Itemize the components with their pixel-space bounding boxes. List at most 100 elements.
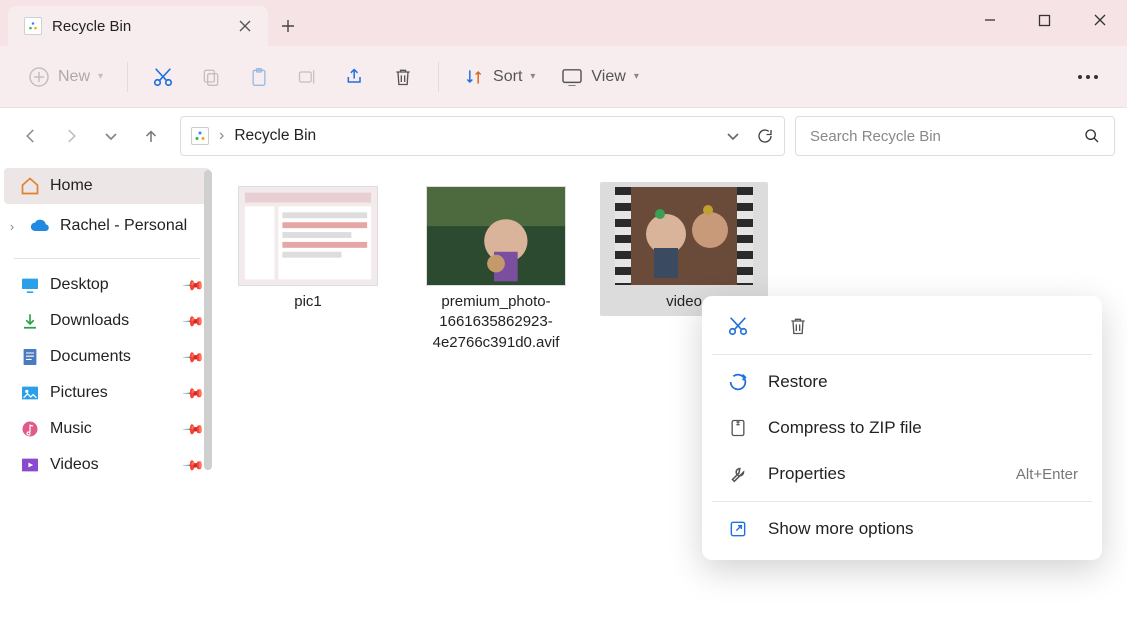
sort-icon bbox=[463, 66, 485, 88]
chevron-down-icon: ▾ bbox=[530, 71, 535, 82]
cut-button[interactable] bbox=[142, 60, 184, 94]
recycle-bin-icon bbox=[191, 127, 209, 145]
pin-icon: 📌 bbox=[181, 417, 205, 441]
pin-icon: 📌 bbox=[181, 345, 205, 369]
menu-item-label: Properties bbox=[768, 464, 845, 484]
forward-button[interactable] bbox=[60, 125, 82, 147]
separator bbox=[438, 62, 439, 92]
share-icon bbox=[344, 66, 366, 88]
sidebar-item-label: Videos bbox=[50, 456, 99, 474]
desktop-icon bbox=[20, 275, 40, 295]
refresh-button[interactable] bbox=[756, 127, 774, 145]
recent-locations-button[interactable] bbox=[100, 125, 122, 147]
pin-icon: 📌 bbox=[181, 273, 205, 297]
more-button[interactable] bbox=[1067, 60, 1109, 94]
menu-item-label: Restore bbox=[768, 372, 828, 392]
pin-icon: 📌 bbox=[181, 309, 205, 333]
maximize-button[interactable] bbox=[1017, 0, 1072, 40]
scissors-icon bbox=[152, 66, 174, 88]
sidebar-item-label: Home bbox=[50, 177, 93, 195]
scrollbar[interactable] bbox=[204, 170, 212, 470]
nav-buttons bbox=[12, 125, 170, 147]
restore-icon bbox=[726, 370, 750, 394]
new-label: New bbox=[58, 68, 90, 86]
expand-icon[interactable]: › bbox=[4, 219, 20, 234]
tab-title: Recycle Bin bbox=[52, 18, 131, 35]
sort-label: Sort bbox=[493, 68, 522, 86]
delete-button[interactable] bbox=[786, 314, 810, 338]
sidebar-item-label: Rachel - Personal bbox=[60, 217, 187, 235]
file-item[interactable]: pic1 bbox=[224, 182, 392, 316]
breadcrumb-location[interactable]: Recycle Bin bbox=[234, 127, 316, 145]
view-button[interactable]: View ▾ bbox=[551, 60, 648, 94]
rename-button[interactable] bbox=[286, 60, 328, 94]
new-tab-button[interactable] bbox=[268, 6, 308, 46]
menu-item-label: Compress to ZIP file bbox=[768, 418, 922, 438]
sort-button[interactable]: Sort ▾ bbox=[453, 60, 545, 94]
separator bbox=[712, 501, 1092, 502]
keyboard-shortcut: Alt+Enter bbox=[1016, 466, 1078, 483]
home-icon bbox=[20, 176, 40, 196]
rename-icon bbox=[296, 66, 318, 88]
sidebar-item-home[interactable]: Home bbox=[4, 168, 210, 204]
search-icon[interactable] bbox=[1084, 128, 1100, 144]
menu-item-properties[interactable]: Properties Alt+Enter bbox=[702, 451, 1102, 497]
sidebar-item-pictures[interactable]: Pictures 📌 bbox=[0, 375, 214, 411]
copy-icon bbox=[200, 66, 222, 88]
toolbar: New ▾ Sort ▾ View ▾ bbox=[0, 46, 1127, 108]
sidebar: Home › Rachel - Personal Desktop 📌 Downl… bbox=[0, 164, 214, 636]
search-input[interactable] bbox=[810, 128, 1084, 145]
close-window-button[interactable] bbox=[1072, 0, 1127, 40]
cloud-icon bbox=[30, 216, 50, 236]
menu-item-compress-zip[interactable]: Compress to ZIP file bbox=[702, 405, 1102, 451]
cut-button[interactable] bbox=[726, 314, 750, 338]
address-row: › Recycle Bin bbox=[0, 108, 1127, 164]
sidebar-item-desktop[interactable]: Desktop 📌 bbox=[0, 267, 214, 303]
address-dropdown[interactable] bbox=[726, 129, 740, 143]
up-button[interactable] bbox=[140, 125, 162, 147]
sidebar-item-onedrive[interactable]: › Rachel - Personal bbox=[0, 208, 214, 244]
sidebar-item-videos[interactable]: Videos 📌 bbox=[0, 447, 214, 483]
chevron-down-icon: ▾ bbox=[98, 71, 103, 82]
menu-item-label: Show more options bbox=[768, 519, 914, 539]
new-button[interactable]: New ▾ bbox=[18, 60, 113, 94]
search-box[interactable] bbox=[795, 116, 1115, 156]
window-controls bbox=[962, 0, 1127, 40]
thumbnail bbox=[614, 186, 754, 286]
back-button[interactable] bbox=[20, 125, 42, 147]
menu-item-show-more[interactable]: Show more options bbox=[702, 506, 1102, 552]
chevron-down-icon: ▾ bbox=[634, 71, 639, 82]
minimize-button[interactable] bbox=[962, 0, 1017, 40]
copy-button[interactable] bbox=[190, 60, 232, 94]
sidebar-item-music[interactable]: Music 📌 bbox=[0, 411, 214, 447]
view-icon bbox=[561, 66, 583, 88]
breadcrumb-separator: › bbox=[219, 127, 224, 145]
sidebar-item-documents[interactable]: Documents 📌 bbox=[0, 339, 214, 375]
pin-icon: 📌 bbox=[181, 453, 205, 477]
thumbnail bbox=[238, 186, 378, 286]
sidebar-item-downloads[interactable]: Downloads 📌 bbox=[0, 303, 214, 339]
sidebar-item-label: Pictures bbox=[50, 384, 108, 402]
sidebar-item-label: Desktop bbox=[50, 276, 109, 294]
sidebar-item-label: Music bbox=[50, 420, 92, 438]
pin-icon: 📌 bbox=[181, 381, 205, 405]
file-name: video bbox=[666, 292, 702, 312]
file-item[interactable]: premium_photo-1661635862923-4e2766c391d0… bbox=[412, 182, 580, 357]
file-name: pic1 bbox=[294, 292, 322, 312]
menu-item-restore[interactable]: Restore bbox=[702, 359, 1102, 405]
title-bar: Recycle Bin bbox=[0, 0, 1127, 46]
pictures-icon bbox=[20, 383, 40, 403]
paste-button[interactable] bbox=[238, 60, 280, 94]
separator bbox=[127, 62, 128, 92]
delete-button[interactable] bbox=[382, 60, 424, 94]
ellipsis-icon bbox=[1077, 66, 1099, 88]
close-tab-icon[interactable] bbox=[238, 19, 252, 33]
tab-recycle-bin[interactable]: Recycle Bin bbox=[8, 6, 268, 46]
share-button[interactable] bbox=[334, 60, 376, 94]
videos-icon bbox=[20, 455, 40, 475]
plus-circle-icon bbox=[28, 66, 50, 88]
thumbnail bbox=[426, 186, 566, 286]
address-bar[interactable]: › Recycle Bin bbox=[180, 116, 785, 156]
recycle-bin-icon bbox=[24, 17, 42, 35]
trash-icon bbox=[392, 66, 414, 88]
